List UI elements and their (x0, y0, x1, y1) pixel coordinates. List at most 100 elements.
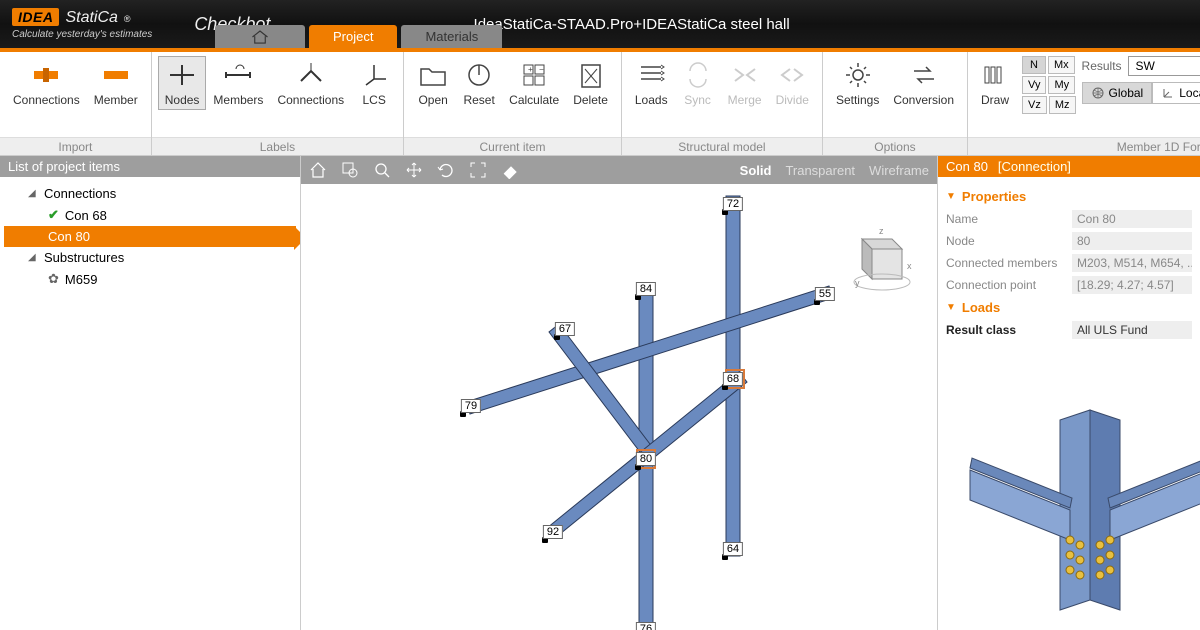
svg-text:z: z (879, 226, 884, 236)
members-icon (222, 59, 254, 91)
local-button[interactable]: Local (1152, 82, 1200, 104)
group-m1d-forces: Draw N Mx Vy My Vz Mz Results (968, 52, 1200, 155)
section-loads[interactable]: ▼ Loads (938, 296, 1200, 319)
expander-icon: ◢ (28, 188, 38, 199)
prop-name-value[interactable]: Con 80 (1072, 210, 1192, 228)
prop-point-value[interactable]: [18.29; 4.27; 4.57] (1072, 276, 1192, 294)
tab-materials[interactable]: Materials (401, 25, 502, 48)
vp-eraser-icon[interactable] (501, 161, 519, 179)
vp-home-icon[interactable] (309, 161, 327, 179)
tree-con80[interactable]: Con 80 (4, 226, 296, 247)
tree-m659[interactable]: ✿ M659 (4, 268, 296, 290)
tree-con68[interactable]: ✔ Con 68 (4, 204, 296, 226)
member-icon (100, 59, 132, 91)
force-vz-button[interactable]: Vz (1022, 96, 1047, 114)
sync-button[interactable]: Sync (675, 56, 721, 110)
draw-button[interactable]: Draw (974, 56, 1016, 110)
prop-node-value[interactable]: 80 (1072, 232, 1192, 250)
force-mx-button[interactable]: Mx (1048, 56, 1075, 74)
tree-substructures[interactable]: ◢ Substructures (4, 247, 296, 268)
reset-icon (463, 59, 495, 91)
local-icon (1161, 86, 1175, 100)
global-button[interactable]: Global (1082, 82, 1153, 104)
labels-connections-button[interactable]: Connections (270, 56, 351, 110)
force-my-button[interactable]: My (1048, 76, 1075, 94)
logo-area: IDEA StatiCa ® Calculate yesterday's est… (0, 4, 164, 44)
node-label[interactable]: 68 (723, 372, 743, 386)
group-options: Settings Conversion Options (823, 52, 968, 155)
group-import-label: Import (0, 137, 151, 155)
loads-icon (635, 59, 667, 91)
node-label[interactable]: 76 (636, 622, 656, 630)
node-label[interactable]: 72 (723, 197, 743, 211)
labels-lcs-button[interactable]: LCS (351, 56, 397, 110)
results-label: Results (1082, 59, 1122, 73)
group-import: Connections Member Import (0, 52, 152, 155)
vp-fullscreen-icon[interactable] (469, 161, 487, 179)
import-member-button[interactable]: Member (87, 56, 145, 110)
project-title: IdeaStatiCa-STAAD.Pro+IDEAStatiCa steel … (474, 16, 790, 33)
viewmode-wireframe[interactable]: Wireframe (869, 163, 929, 178)
node-label[interactable]: 55 (815, 287, 835, 301)
connection-3d-preview[interactable] (950, 380, 1200, 630)
loads-button[interactable]: Loads (628, 56, 675, 110)
tab-home[interactable] (215, 25, 305, 48)
node-label[interactable]: 79 (461, 399, 481, 413)
open-button[interactable]: Open (410, 56, 456, 110)
reset-button[interactable]: Reset (456, 56, 502, 110)
view-cube[interactable]: x y z (837, 224, 917, 294)
svg-text:+: + (528, 65, 533, 74)
node-label[interactable]: 92 (543, 525, 563, 539)
calculate-icon: +− (518, 59, 550, 91)
group-m1d-label: Member 1D Forces (968, 137, 1200, 155)
svg-text:y: y (855, 278, 860, 288)
section-properties[interactable]: ▼ Properties (938, 185, 1200, 208)
node-label[interactable]: 67 (555, 322, 575, 336)
group-options-label: Options (823, 137, 967, 155)
vp-zoomwin-icon[interactable] (341, 161, 359, 179)
collapse-icon: ▼ (946, 302, 956, 313)
sidebar-title: List of project items (0, 156, 300, 177)
labels-members-button[interactable]: Members (206, 56, 270, 110)
gear-icon: ✿ (48, 271, 59, 287)
calculate-button[interactable]: +− Calculate (502, 56, 566, 110)
global-icon (1091, 86, 1105, 100)
vp-rotate-icon[interactable] (437, 161, 455, 179)
node-label[interactable]: 64 (723, 542, 743, 556)
viewport[interactable]: Solid Transparent Wireframe (300, 156, 938, 630)
vp-zoom-icon[interactable] (373, 161, 391, 179)
result-class-value[interactable]: All ULS Fund (1072, 321, 1192, 339)
group-structural-label: Structural model (622, 137, 822, 155)
node-label[interactable]: 84 (636, 282, 656, 296)
content-area: List of project items ◢ Connections ✔ Co… (0, 156, 1200, 630)
labels-nodes-button[interactable]: Nodes (158, 56, 207, 110)
connections-icon (30, 59, 62, 91)
expander-icon: ◢ (28, 252, 38, 263)
settings-button[interactable]: Settings (829, 56, 886, 110)
force-n-button[interactable]: N (1022, 56, 1046, 74)
viewport-canvas[interactable]: 72 84 55 67 68 79 80 92 64 76 x y z (301, 184, 937, 630)
group-structural: Loads Sync Merge Divide Structural model (622, 52, 823, 155)
settings-icon (842, 59, 874, 91)
import-connections-button[interactable]: Connections (6, 56, 87, 110)
viewmode-solid[interactable]: Solid (740, 163, 772, 178)
tagline: Calculate yesterday's estimates (12, 29, 152, 40)
prop-members-label: Connected members (946, 256, 1066, 270)
viewmode-transparent[interactable]: Transparent (785, 163, 855, 178)
home-icon (251, 30, 269, 44)
tree-connections[interactable]: ◢ Connections (4, 183, 296, 204)
tab-project[interactable]: Project (309, 25, 397, 48)
force-vy-button[interactable]: Vy (1022, 76, 1046, 94)
divide-button[interactable]: Divide (769, 56, 816, 110)
merge-button[interactable]: Merge (721, 56, 769, 110)
delete-button[interactable]: Delete (566, 56, 615, 110)
app-header: IDEA StatiCa ® Calculate yesterday's est… (0, 0, 1200, 48)
vp-pan-icon[interactable] (405, 161, 423, 179)
draw-icon (979, 59, 1011, 91)
conversion-button[interactable]: Conversion (886, 56, 961, 110)
results-select[interactable]: SW (1128, 56, 1200, 76)
prop-members-value[interactable]: M203, M514, M654, ... (1072, 254, 1192, 272)
force-mz-button[interactable]: Mz (1049, 96, 1076, 114)
lcs-icon (358, 59, 390, 91)
node-label[interactable]: 80 (636, 452, 656, 466)
